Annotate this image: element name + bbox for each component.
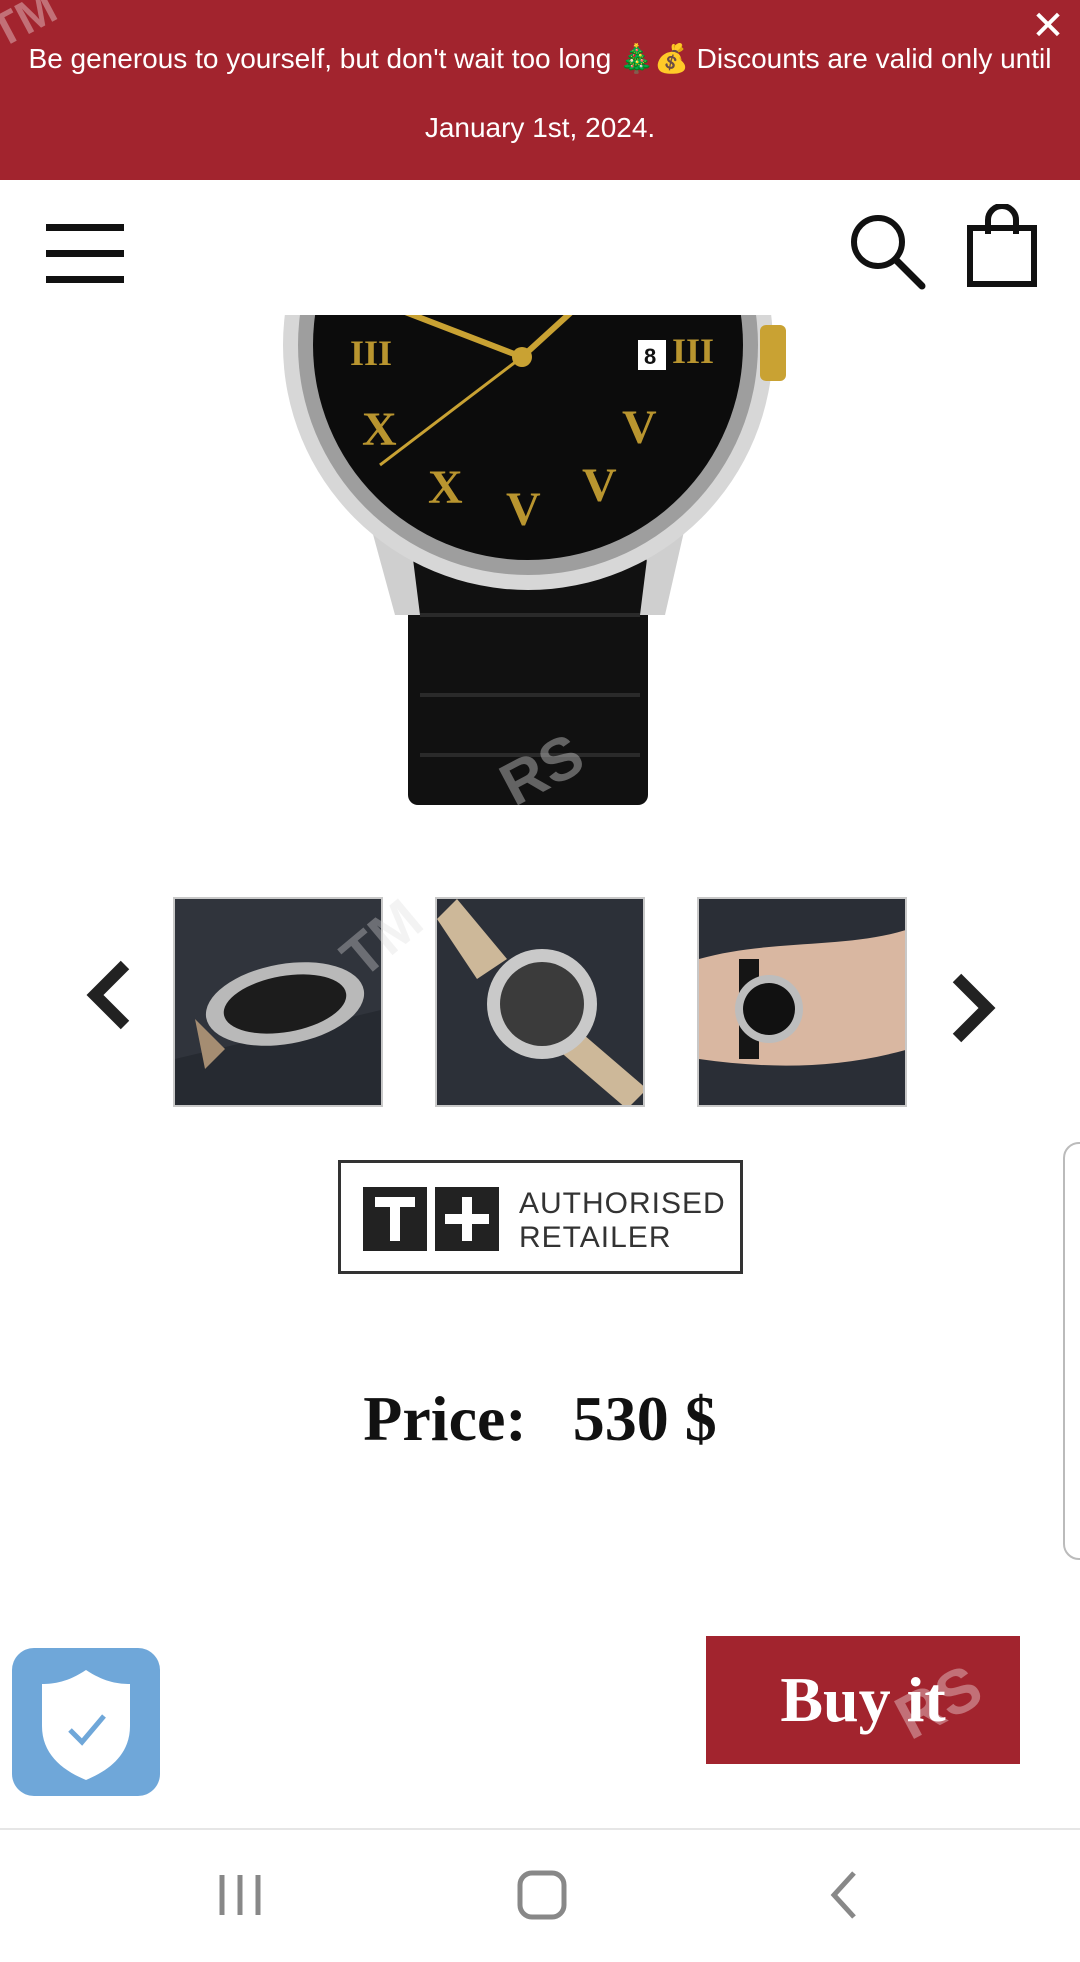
announcement-bar: TM Be generous to yourself, but don't wa… xyxy=(0,0,1080,180)
tissot-logo-icon xyxy=(363,1187,499,1251)
svg-text:V: V xyxy=(622,401,657,454)
system-navigation-bar xyxy=(0,1828,1080,1962)
side-drawer-tab[interactable] xyxy=(1063,1142,1080,1560)
retailer-line1: AUTHORISED xyxy=(519,1187,726,1220)
thumbnail-watch-side-view[interactable] xyxy=(173,897,383,1107)
recent-apps-icon[interactable] xyxy=(200,1860,280,1930)
shopping-bag-icon[interactable] xyxy=(966,204,1038,288)
price-label: Price: xyxy=(363,1383,527,1454)
security-shield-button[interactable] xyxy=(12,1648,160,1796)
svg-text:X: X xyxy=(428,461,463,514)
product-main-image: III X X V V V III 8 RS xyxy=(270,315,810,805)
search-icon[interactable] xyxy=(846,210,926,290)
svg-text:III: III xyxy=(350,333,392,373)
chevron-left-icon[interactable] xyxy=(75,945,145,1045)
svg-text:X: X xyxy=(362,403,397,456)
thumbnail-carousel: TM xyxy=(0,885,1080,1107)
chevron-right-icon[interactable] xyxy=(937,958,1007,1058)
shield-check-icon xyxy=(42,1670,130,1780)
buy-button-label: Buy it xyxy=(780,1664,946,1735)
thumbnail-watch-on-wrist[interactable] xyxy=(697,897,907,1107)
svg-text:V: V xyxy=(506,483,541,536)
back-icon[interactable] xyxy=(806,1860,886,1930)
home-icon[interactable] xyxy=(502,1860,582,1930)
svg-text:V: V xyxy=(582,459,617,512)
close-icon[interactable]: ✕ xyxy=(1026,4,1070,48)
buy-button[interactable]: Buy it RS xyxy=(706,1636,1020,1764)
hamburger-menu-icon[interactable] xyxy=(46,224,124,284)
price-value: 530 $ xyxy=(572,1383,717,1454)
announcement-text: Be generous to yourself, but don't wait … xyxy=(28,43,1052,143)
retailer-line2: RETAILER xyxy=(519,1221,672,1254)
thumbnail-watch-back-view[interactable] xyxy=(435,897,645,1107)
date-window: 8 xyxy=(644,344,656,369)
authorised-retailer-badge: AUTHORISED RETAILER xyxy=(338,1160,743,1274)
price: Price: 530 $ xyxy=(0,1382,1080,1456)
site-header xyxy=(0,180,1080,315)
svg-text:III: III xyxy=(672,331,714,371)
watch-illustration: III X X V V V III 8 xyxy=(283,315,786,805)
